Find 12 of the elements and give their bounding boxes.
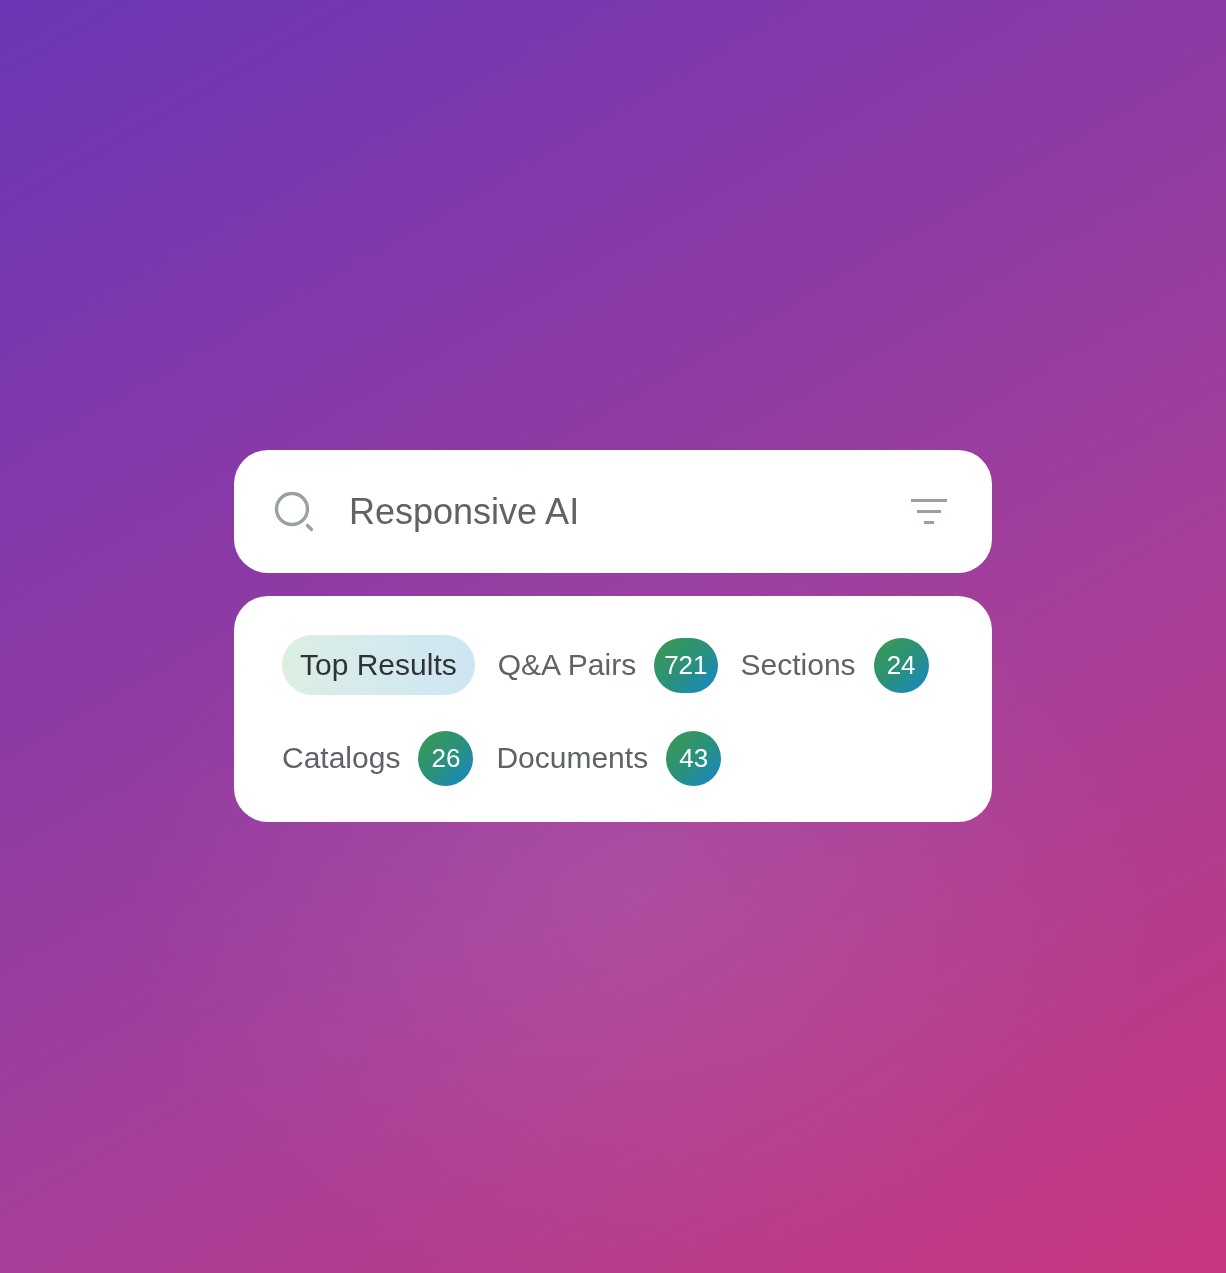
count-badge: 43 bbox=[666, 730, 722, 786]
filter-icon[interactable] bbox=[911, 499, 947, 524]
tab[interactable]: Catalogs bbox=[282, 728, 401, 788]
tab[interactable]: Documents bbox=[496, 728, 649, 788]
search-icon bbox=[274, 491, 314, 532]
tab[interactable]: Q&A Pairs bbox=[497, 635, 637, 695]
count-badge: 24 bbox=[873, 637, 929, 693]
search-field[interactable]: Responsive AI bbox=[234, 450, 992, 573]
count-badge: 26 bbox=[418, 730, 474, 786]
tab[interactable]: Top Results bbox=[282, 635, 475, 695]
count-badge: 721 bbox=[654, 637, 718, 693]
tab[interactable]: Sections bbox=[740, 635, 856, 695]
